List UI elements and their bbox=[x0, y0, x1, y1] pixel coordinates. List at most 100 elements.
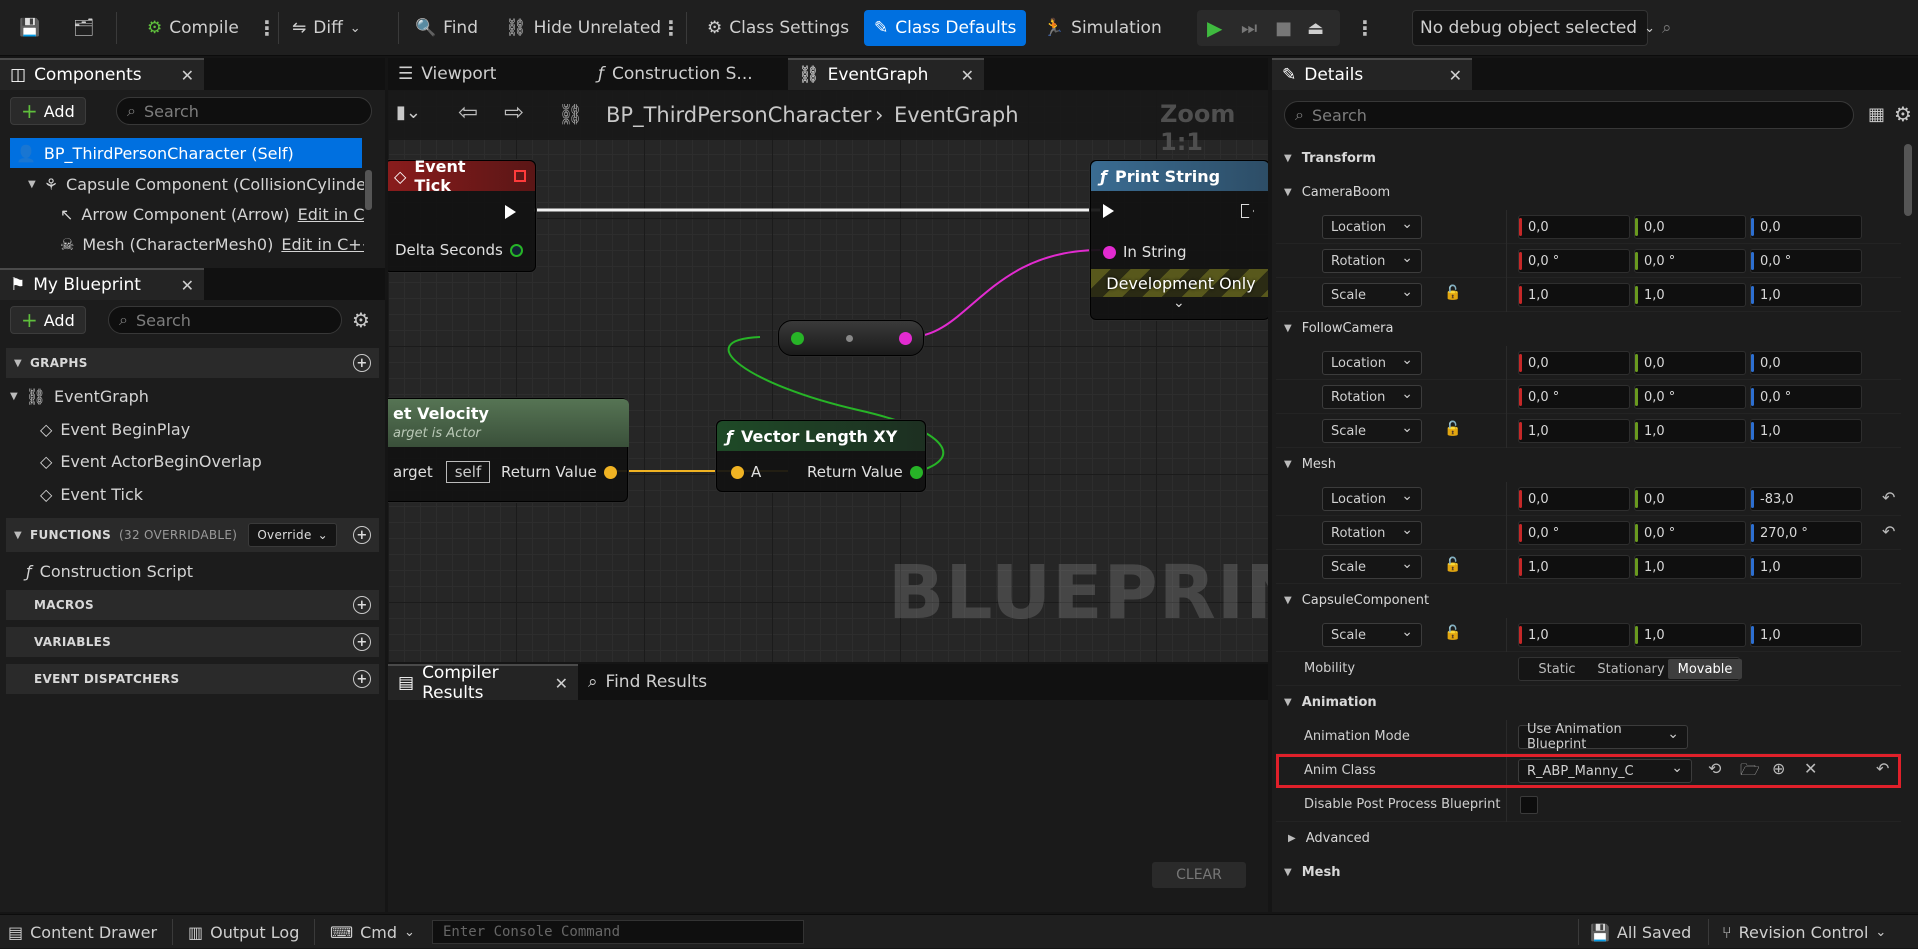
content-drawer-button[interactable]: ▤ Content Drawer bbox=[8, 915, 157, 949]
close-icon[interactable]: ✕ bbox=[953, 66, 974, 85]
play-button[interactable]: ▶ bbox=[1200, 10, 1229, 46]
expand-chevron-icon[interactable]: ⌄ bbox=[1173, 295, 1185, 311]
clear-icon[interactable]: ✕ bbox=[1804, 759, 1817, 778]
section-animation[interactable]: ▼ Animation bbox=[1276, 686, 1901, 718]
z-value-field[interactable]: 0,0 bbox=[1750, 351, 1862, 375]
graph-item-beginplay[interactable]: ◇ Event BeginPlay bbox=[40, 413, 190, 445]
z-value-field[interactable]: 1,0 bbox=[1750, 623, 1862, 647]
y-value-field[interactable]: 0,0 bbox=[1634, 215, 1746, 239]
disable-post-process-checkbox[interactable] bbox=[1520, 796, 1538, 814]
transform-mode-dropdown[interactable]: Location bbox=[1322, 215, 1422, 239]
x-value-field[interactable]: 0,0 bbox=[1518, 215, 1630, 239]
mobility-option-movable[interactable]: Movable bbox=[1668, 659, 1742, 679]
y-value-field[interactable]: 0,0 ° bbox=[1634, 249, 1746, 273]
z-value-field[interactable]: 1,0 bbox=[1750, 555, 1862, 579]
y-value-field[interactable]: 1,0 bbox=[1634, 623, 1746, 647]
section-mesh[interactable]: ▼ Mesh bbox=[1276, 856, 1901, 888]
reset-to-default-icon[interactable]: ↶ bbox=[1882, 522, 1895, 541]
a-pin[interactable]: A bbox=[731, 463, 761, 481]
target-self-field[interactable]: self bbox=[445, 461, 491, 483]
table-view-icon[interactable]: ▦ bbox=[1868, 104, 1885, 125]
transform-mode-dropdown[interactable]: Scale bbox=[1322, 623, 1422, 647]
x-value-field[interactable]: 0,0 bbox=[1518, 487, 1630, 511]
z-value-field[interactable]: 1,0 bbox=[1750, 419, 1862, 443]
breakpoint-icon[interactable] bbox=[514, 170, 526, 182]
z-value-field[interactable]: 1,0 bbox=[1750, 283, 1862, 307]
transform-mode-dropdown[interactable]: Rotation bbox=[1322, 385, 1422, 409]
lock-icon[interactable]: 🔓 bbox=[1444, 625, 1461, 641]
close-icon[interactable]: ✕ bbox=[547, 674, 568, 693]
graph-canvas[interactable]: ▮⌄ ⇦ ⇨ ⛓ BP_ThirdPersonCharacter › Event… bbox=[388, 90, 1268, 662]
my-blueprint-search-input[interactable]: ⌕ Search bbox=[108, 306, 342, 334]
reset-to-default-icon[interactable]: ↶ bbox=[1882, 488, 1895, 507]
node-event-tick[interactable]: ◇ Event Tick Delta Seconds bbox=[388, 157, 536, 272]
x-value-field[interactable]: 0,0 ° bbox=[1518, 249, 1630, 273]
y-value-field[interactable]: 1,0 bbox=[1634, 555, 1746, 579]
debug-filter-button[interactable]: ⌕ bbox=[1655, 10, 1679, 46]
override-dropdown[interactable]: Override ⌄ bbox=[248, 523, 337, 547]
transform-mode-dropdown[interactable]: Rotation bbox=[1322, 521, 1422, 545]
node-vector-length-xy[interactable]: ƒ Vector Length XY A Return Value bbox=[716, 420, 926, 492]
browse-asset-icon[interactable]: 🗁 bbox=[1740, 759, 1760, 786]
node-get-velocity[interactable]: et Velocity arget is Actor arget self Re… bbox=[388, 398, 629, 502]
transform-mode-dropdown[interactable]: Scale bbox=[1322, 419, 1422, 443]
target-pin[interactable]: arget self bbox=[393, 461, 491, 483]
in-string-pin[interactable]: In String bbox=[1103, 243, 1186, 261]
edit-in-cpp-link[interactable]: Edit in C bbox=[298, 205, 364, 224]
z-value-field[interactable]: 0,0 ° bbox=[1750, 249, 1862, 273]
all-saved-button[interactable]: 💾 All Saved bbox=[1590, 915, 1691, 949]
components-add-button[interactable]: + Add bbox=[10, 97, 86, 125]
settings-gear-icon[interactable]: ⚙ bbox=[1894, 102, 1912, 126]
section-functions[interactable]: ▼ FUNCTIONS (32 OVERRIDABLE) Override ⌄ + bbox=[6, 518, 379, 552]
x-value-field[interactable]: 0,0 ° bbox=[1518, 521, 1630, 545]
transform-mode-dropdown[interactable]: Scale bbox=[1322, 283, 1422, 307]
section-graphs[interactable]: ▼ GRAPHS + bbox=[6, 348, 379, 378]
save-button[interactable]: 💾 bbox=[12, 10, 47, 46]
revision-control-button[interactable]: ⑂ Revision Control ⌄ bbox=[1722, 915, 1886, 949]
add-graph-icon[interactable]: + bbox=[353, 354, 371, 372]
settings-gear-icon[interactable]: ⚙ bbox=[352, 308, 370, 332]
play-options-button[interactable]: ⋮ bbox=[1348, 10, 1382, 46]
add-function-icon[interactable]: + bbox=[353, 526, 371, 544]
anim-class-dropdown[interactable]: R_ABP_Manny_C bbox=[1518, 759, 1692, 783]
y-value-field[interactable]: 1,0 bbox=[1634, 283, 1746, 307]
find-button[interactable]: 🔍 Find bbox=[408, 10, 485, 46]
close-icon[interactable]: ✕ bbox=[1441, 66, 1462, 85]
use-selected-icon[interactable]: ⟲ bbox=[1708, 759, 1721, 778]
debug-object-dropdown[interactable]: No debug object selected ⌄ bbox=[1412, 10, 1655, 46]
group-mesh[interactable]: ▼ Mesh bbox=[1276, 448, 1901, 480]
lock-icon[interactable]: 🔓 bbox=[1444, 285, 1461, 301]
y-value-field[interactable]: 0,0 ° bbox=[1634, 521, 1746, 545]
stop-button[interactable]: ■ bbox=[1268, 10, 1299, 46]
advanced-expander[interactable]: ▶ Advanced bbox=[1276, 822, 1901, 854]
clear-button[interactable]: CLEAR bbox=[1152, 862, 1246, 888]
node-print-string[interactable]: ƒ Print String In String Development Only… bbox=[1090, 160, 1268, 320]
z-value-field[interactable]: 0,0 ° bbox=[1750, 385, 1862, 409]
eject-button[interactable]: ⏏ bbox=[1300, 10, 1331, 46]
component-item-mesh[interactable]: ☠Mesh (CharacterMesh0)Edit in C++ bbox=[60, 228, 364, 260]
mobility-option-static[interactable]: Static bbox=[1520, 659, 1594, 679]
return-value-pin[interactable]: Return Value bbox=[501, 463, 617, 481]
x-value-field[interactable]: 0,0 ° bbox=[1518, 385, 1630, 409]
graph-item-actorbeginoverlap[interactable]: ◇ Event ActorBeginOverlap bbox=[40, 445, 262, 477]
my-blueprint-add-button[interactable]: + Add bbox=[10, 306, 86, 334]
exec-out-pin[interactable] bbox=[1241, 204, 1254, 218]
output-log-button[interactable]: ▥ Output Log bbox=[188, 915, 299, 949]
x-value-field[interactable]: 0,0 bbox=[1518, 351, 1630, 375]
exec-in-pin[interactable] bbox=[1103, 204, 1114, 218]
group-followcamera[interactable]: ▼ FollowCamera bbox=[1276, 312, 1901, 344]
x-value-field[interactable]: 1,0 bbox=[1518, 555, 1630, 579]
close-icon[interactable]: ✕ bbox=[173, 66, 194, 85]
component-item-capsule[interactable]: ▼ ⚘ Capsule Component (CollisionCylinde bbox=[28, 168, 364, 200]
add-macro-icon[interactable]: + bbox=[353, 596, 371, 614]
add-dispatcher-icon[interactable]: + bbox=[353, 670, 371, 688]
z-value-field[interactable]: 0,0 bbox=[1750, 215, 1862, 239]
z-value-field[interactable]: -83,0 bbox=[1750, 487, 1862, 511]
tab-find-results[interactable]: ⌕ Find Results bbox=[578, 664, 717, 700]
components-search-input[interactable]: ⌕ Search bbox=[116, 97, 372, 125]
group-capsulecomponent[interactable]: ▼ CapsuleComponent bbox=[1276, 584, 1901, 616]
section-event-dispatchers[interactable]: EVENT DISPATCHERS + bbox=[6, 664, 379, 694]
class-settings-button[interactable]: ⚙ Class Settings bbox=[700, 10, 856, 46]
compile-button[interactable]: ⚙ Compile bbox=[140, 10, 246, 46]
console-command-input[interactable]: Enter Console Command bbox=[432, 920, 804, 944]
